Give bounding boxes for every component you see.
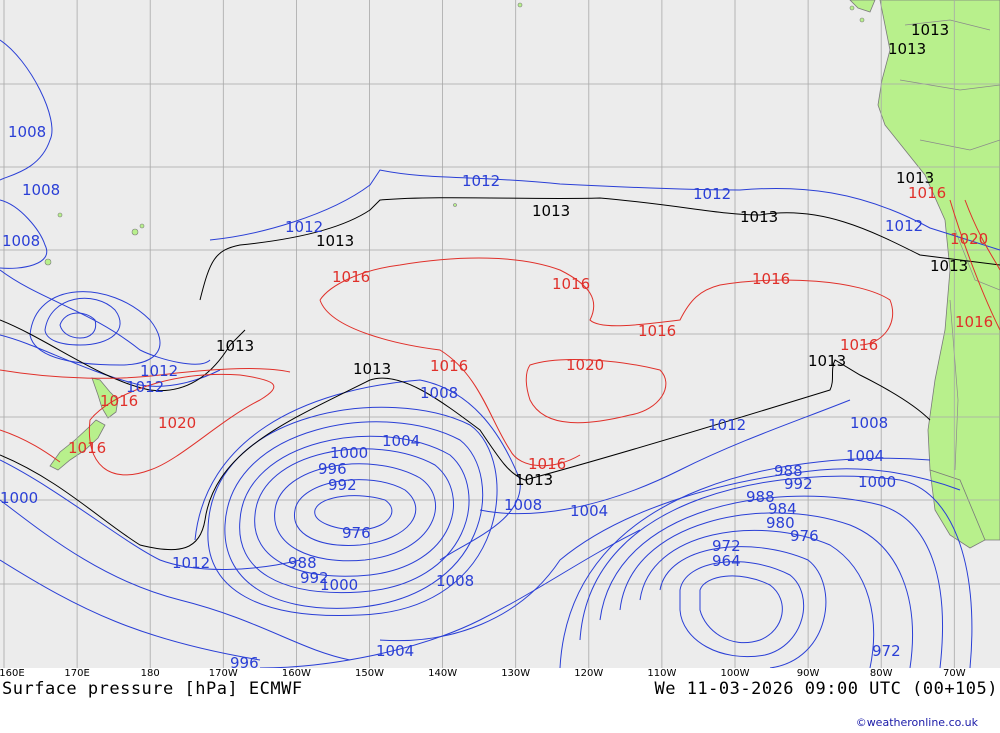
longitude-label: 160E <box>0 668 25 679</box>
isobar-label: 1008 <box>22 181 60 199</box>
map-canvas: 1008 1008 1008 1012 1012 1012 1012 1012 … <box>0 0 1000 668</box>
isobar-label: 1004 <box>570 502 608 520</box>
isobar-label: 1013 <box>515 471 553 489</box>
isobar-label: 1016 <box>68 439 106 457</box>
longitude-label: 180 <box>140 668 160 679</box>
isobar-label: 1013 <box>216 337 254 355</box>
isobar-label: 1016 <box>840 336 878 354</box>
isobar-label: 1016 <box>552 275 590 293</box>
pressure-map[interactable]: 1008 1008 1008 1012 1012 1012 1012 1012 … <box>0 0 1000 668</box>
isobar-label: 1012 <box>885 217 923 235</box>
isobar-label: 1016 <box>100 392 138 410</box>
longitude-label: 160W <box>281 668 311 679</box>
isobar-label: 976 <box>342 524 371 542</box>
longitude-label: 150W <box>355 668 384 679</box>
isobar-label: 1004 <box>382 432 420 450</box>
isobar-label: 992 <box>784 475 813 493</box>
isobar-label: 1016 <box>638 322 676 340</box>
isobar-label: 1016 <box>430 357 468 375</box>
isobar-label: 1020 <box>950 230 988 248</box>
isobar-label: 1008 <box>2 232 40 250</box>
isobar-label: 1016 <box>908 184 946 202</box>
isobar-label: 1013 <box>740 208 778 226</box>
longitude-label: 70W <box>942 668 966 679</box>
longitude-label: 170E <box>64 668 90 679</box>
longitude-label: 90W <box>796 668 820 679</box>
isobar-label: 1016 <box>955 313 993 331</box>
isobar-label: 1000 <box>0 489 38 507</box>
isobar-label: 1013 <box>808 352 846 370</box>
longitude-label: 110W <box>647 668 677 679</box>
isobar-label: 1016 <box>752 270 790 288</box>
isobar-label: 1012 <box>693 185 731 203</box>
isobar-label: 1012 <box>708 416 746 434</box>
isobar-label: 1013 <box>888 40 926 58</box>
isobar-label: 992 <box>328 476 357 494</box>
isobar-label: 1013 <box>532 202 570 220</box>
valid-time: We 11-03-2026 09:00 UTC (00+105) <box>654 679 998 699</box>
isobar-label: 964 <box>712 552 741 570</box>
isobar-label: 976 <box>790 527 819 545</box>
isobar-label: 1020 <box>566 356 604 374</box>
isobar-label: 1004 <box>376 642 414 660</box>
isobar-label: 1004 <box>846 447 884 465</box>
isobar-label: 1012 <box>462 172 500 190</box>
longitude-label: 140W <box>428 668 458 679</box>
isobar-label: 1020 <box>158 414 196 432</box>
isobar-label: 1008 <box>850 414 888 432</box>
longitude-label: 120W <box>574 668 604 679</box>
isobar-label: 1013 <box>353 360 391 378</box>
isobar-label: 1013 <box>930 257 968 275</box>
credit-link[interactable]: ©weatheronline.co.uk <box>856 716 978 729</box>
longitude-label: 100W <box>720 668 750 679</box>
map-title: Surface pressure [hPa] ECMWF <box>2 679 303 699</box>
isobar-label: 1008 <box>436 572 474 590</box>
isobar-label: 1012 <box>172 554 210 572</box>
isobar-label: 1016 <box>332 268 370 286</box>
longitude-label: 130W <box>501 668 531 679</box>
isobar-label: 1000 <box>858 473 896 491</box>
isobar-label: 1000 <box>320 576 358 594</box>
isobar-label: 1008 <box>420 384 458 402</box>
isobar-label: 1013 <box>911 21 949 39</box>
longitude-label: 170W <box>208 668 238 679</box>
isobar-label: 1008 <box>8 123 46 141</box>
isobar-label: 1008 <box>504 496 542 514</box>
isobar-label: 996 <box>230 654 259 668</box>
isobar-label: 972 <box>872 642 901 660</box>
isobar-label: 1013 <box>316 232 354 250</box>
longitude-label: 80W <box>869 668 893 679</box>
isobar-label: 1016 <box>528 455 566 473</box>
